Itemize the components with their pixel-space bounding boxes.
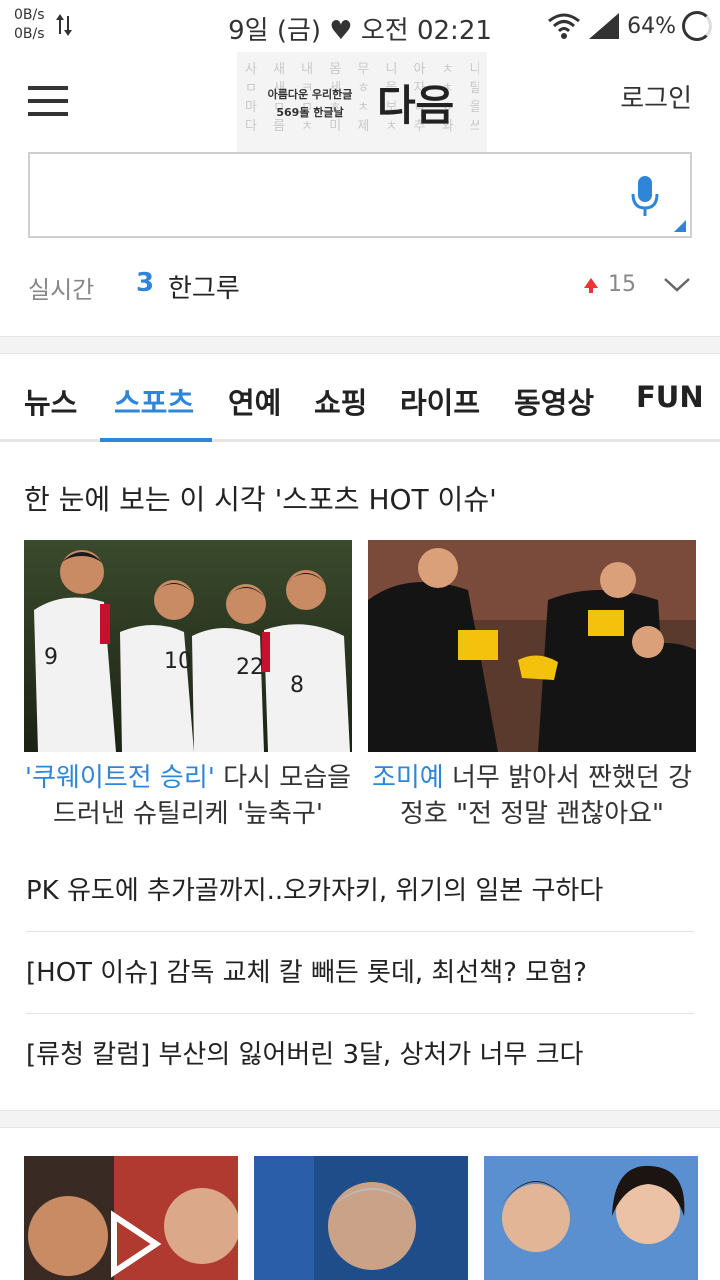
app-header: 사 새 내 몸 무 니 아 ㅊ 나 ㅁ 새 ㅋ 세 ㅎ 을 자 ㅊ 탈 마 ㅁ … <box>0 52 720 152</box>
microphone-icon[interactable] <box>630 174 660 218</box>
battery-icon <box>682 11 712 41</box>
chevron-down-icon[interactable] <box>662 272 692 296</box>
login-link[interactable]: 로그인 <box>620 78 692 115</box>
menu-icon <box>28 86 68 90</box>
tab-sports[interactable]: 스포츠 <box>114 380 194 422</box>
news-card[interactable]: 9 10 22 8 '쿠웨이트전 승리' 다시 모습을 드러낸 슈틸리케 '늪축… <box>24 540 352 832</box>
caption-highlight: '쿠웨이트전 승리' <box>24 763 215 793</box>
card-caption: '쿠웨이트전 승리' 다시 모습을 드러낸 슈틸리케 '늪축구' <box>24 763 352 829</box>
tab-news[interactable]: 뉴스 <box>24 380 77 422</box>
video-thumbnail[interactable] <box>24 1156 238 1280</box>
jersey-number: 22 <box>236 655 264 680</box>
section-divider <box>0 1110 720 1128</box>
realtime-label: 실시간 <box>28 276 95 304</box>
logo-wordmark: 다음 <box>377 81 455 130</box>
tab-entertainment[interactable]: 연예 <box>228 380 281 422</box>
menu-button[interactable] <box>28 86 68 116</box>
search-corner-icon <box>674 220 686 232</box>
baseball-team-photo <box>368 540 696 752</box>
tab-life[interactable]: 라이프 <box>400 380 480 422</box>
soccer-team-photo: 9 10 22 8 <box>24 540 352 752</box>
wifi-icon <box>548 13 581 39</box>
section-divider <box>0 336 720 354</box>
search-box <box>28 152 692 238</box>
realtime-keyword[interactable]: 한그루 <box>168 268 240 305</box>
tab-video[interactable]: 동영상 <box>514 380 594 422</box>
list-item[interactable]: [류청 칼럼] 부산의 잃어버린 3달, 상처가 너무 크다 <box>26 1014 694 1096</box>
signal-icon <box>589 13 620 39</box>
status-bar: 0B/s 0B/s 9일 (금) ♥ 오전 02:21 64% <box>0 0 720 52</box>
caption-highlight: 조미예 <box>371 763 444 793</box>
active-tab-indicator <box>100 438 212 442</box>
news-thumbnail[interactable] <box>484 1156 698 1280</box>
news-thumbnail[interactable] <box>254 1156 468 1280</box>
search-input[interactable] <box>44 154 624 234</box>
news-card[interactable]: 조미예 너무 밝아서 짠했던 강 정호 "전 정말 괜찮아요" <box>368 540 696 832</box>
status-indicators: 64% <box>547 8 712 44</box>
headline-list: PK 유도에 추가골까지..오카자키, 위기의 일본 구하다 [HOT 이슈] … <box>26 850 694 1096</box>
card-caption: 조미예 너무 밝아서 짠했던 강 정호 "전 정말 괜찮아요" <box>371 763 693 829</box>
daum-logo[interactable]: 사 새 내 몸 무 니 아 ㅊ 나 ㅁ 새 ㅋ 세 ㅎ 을 자 ㅊ 탈 마 ㅁ … <box>237 52 487 152</box>
list-item[interactable]: [HOT 이슈] 감독 교체 칼 빼든 롯데, 최선책? 모험? <box>26 932 694 1014</box>
realtime-rank: 3 <box>136 268 155 298</box>
battery-percent: 64% <box>627 13 676 39</box>
logo-caption: 아름다운 우리한글 569돌 한글날 <box>267 88 353 119</box>
tab-fun[interactable]: FUN <box>636 380 704 414</box>
list-item[interactable]: PK 유도에 추가골까지..오카자키, 위기의 일본 구하다 <box>26 850 694 932</box>
jersey-number: 9 <box>44 645 58 670</box>
realtime-trending[interactable]: 실시간 3 한그루 15 <box>0 258 720 318</box>
section-title: 한 눈에 보는 이 시각 '스포츠 HOT 이슈' <box>24 483 497 516</box>
jersey-number: 8 <box>290 673 304 698</box>
category-tabs: 뉴스 스포츠 연예 쇼핑 라이프 동영상 FUN <box>0 356 720 442</box>
jersey-number: 10 <box>164 649 192 674</box>
rank-change: 15 <box>608 272 636 297</box>
tab-shopping[interactable]: 쇼핑 <box>314 380 367 422</box>
